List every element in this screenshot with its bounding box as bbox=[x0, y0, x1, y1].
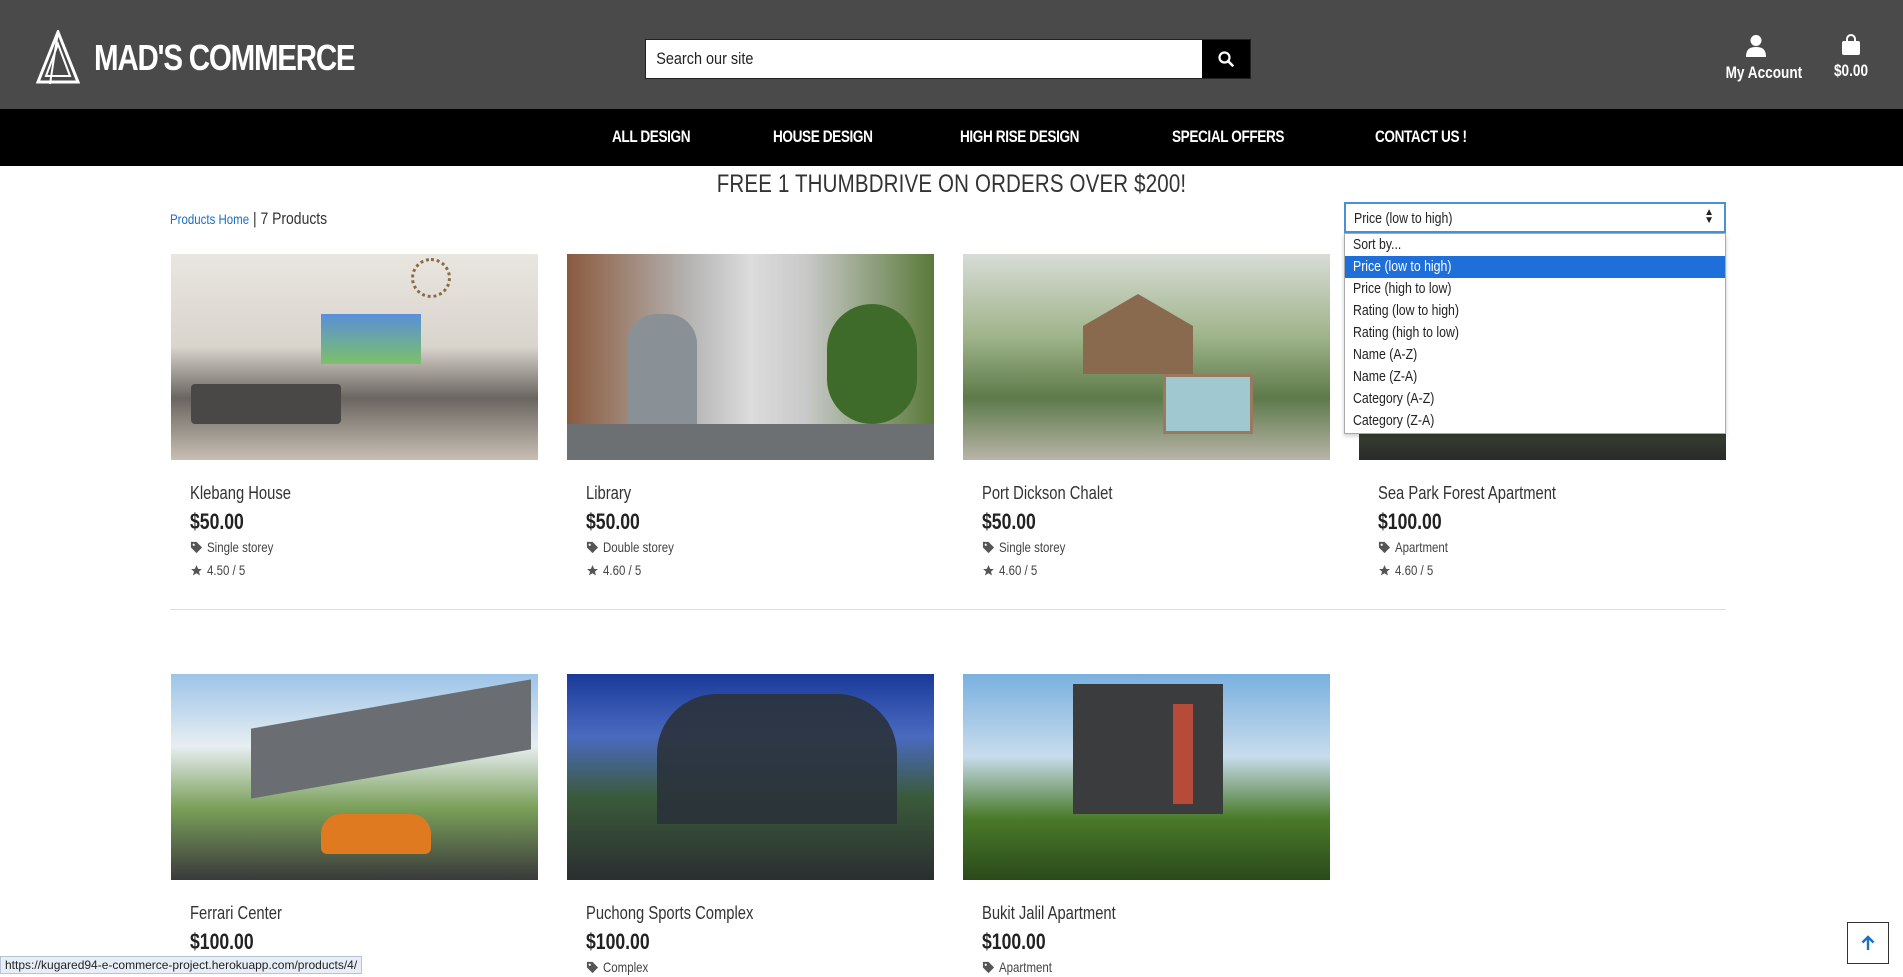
status-bar-url: https://kugared94-e-commerce-project.her… bbox=[0, 956, 363, 974]
user-icon bbox=[1746, 35, 1766, 57]
star-icon bbox=[1379, 564, 1390, 575]
product-category[interactable]: Single storey bbox=[982, 539, 1080, 555]
product-category[interactable]: Double storey bbox=[586, 539, 689, 555]
tag-icon bbox=[586, 961, 599, 973]
product-name[interactable]: Library bbox=[586, 483, 631, 504]
nav-contact-us[interactable]: CONTACT US ! bbox=[1375, 127, 1467, 147]
star-icon bbox=[191, 564, 202, 575]
sort-option[interactable]: Name (Z-A) bbox=[1345, 366, 1725, 388]
sort-option[interactable]: Name (A-Z) bbox=[1345, 344, 1725, 366]
search-button[interactable] bbox=[1202, 40, 1250, 78]
product-image[interactable] bbox=[171, 254, 538, 460]
product-card: Puchong Sports Complex $100.00 Complex bbox=[567, 674, 934, 975]
product-count: | 7 Products bbox=[252, 209, 328, 228]
top-header: MAD'S COMMERCE My Account $0.00 bbox=[0, 0, 1903, 109]
select-arrows-icon: ▲ ▼ bbox=[1704, 207, 1714, 226]
tag-icon bbox=[1378, 541, 1391, 553]
my-account-link[interactable]: My Account bbox=[1718, 34, 1803, 83]
product-price: $100.00 bbox=[586, 929, 650, 954]
logo-icon bbox=[36, 30, 80, 85]
nav-special-offers[interactable]: SPECIAL OFFERS bbox=[1172, 127, 1284, 147]
product-price: $100.00 bbox=[1378, 509, 1442, 534]
logo-text: MAD'S COMMERCE bbox=[94, 37, 356, 78]
sort-option[interactable]: Rating (low to high) bbox=[1345, 300, 1725, 322]
nav-all-design[interactable]: ALL DESIGN bbox=[612, 127, 691, 147]
sort-option[interactable]: Category (A-Z) bbox=[1345, 388, 1725, 410]
product-category[interactable]: Single storey bbox=[190, 539, 288, 555]
product-price: $50.00 bbox=[190, 509, 244, 534]
nav-high-rise-design[interactable]: HIGH RISE DESIGN bbox=[960, 127, 1079, 147]
product-category[interactable]: Apartment bbox=[982, 959, 1064, 975]
tag-icon bbox=[982, 541, 995, 553]
product-rating: 4.60 / 5 bbox=[982, 562, 1046, 578]
star-icon bbox=[983, 564, 994, 575]
product-card: Klebang House $50.00 Single storey 4.50 … bbox=[171, 254, 538, 578]
nav-house-design[interactable]: HOUSE DESIGN bbox=[773, 127, 873, 147]
product-name[interactable]: Puchong Sports Complex bbox=[586, 903, 753, 924]
tag-icon bbox=[586, 541, 599, 553]
product-name[interactable]: Ferrari Center bbox=[190, 903, 282, 924]
main-nav: ALL DESIGN HOUSE DESIGN HIGH RISE DESIGN… bbox=[0, 109, 1903, 166]
product-image[interactable] bbox=[567, 674, 934, 880]
back-to-top-button[interactable] bbox=[1847, 922, 1889, 964]
product-price: $100.00 bbox=[982, 929, 1046, 954]
promo-banner: FREE 1 THUMBDRIVE ON ORDERS OVER $200! bbox=[716, 170, 1187, 198]
product-name[interactable]: Sea Park Forest Apartment bbox=[1378, 483, 1556, 504]
cart-link[interactable]: $0.00 bbox=[1826, 34, 1876, 81]
product-rating: 4.50 / 5 bbox=[190, 562, 254, 578]
product-category[interactable]: Complex bbox=[586, 959, 658, 975]
product-card: Port Dickson Chalet $50.00 Single storey… bbox=[963, 254, 1330, 578]
my-account-label: My Account bbox=[1725, 63, 1803, 82]
sort-option[interactable]: Rating (high to low) bbox=[1345, 322, 1725, 344]
product-rating: 4.60 / 5 bbox=[1378, 562, 1442, 578]
search-bar bbox=[645, 39, 1251, 79]
tag-icon bbox=[190, 541, 203, 553]
sort-selected-value: Price (low to high) bbox=[1354, 210, 1453, 227]
arrow-up-icon bbox=[1861, 935, 1875, 950]
product-card: Bukit Jalil Apartment $100.00 Apartment bbox=[963, 674, 1330, 975]
product-name[interactable]: Bukit Jalil Apartment bbox=[982, 903, 1116, 924]
product-price: $100.00 bbox=[190, 929, 254, 954]
breadcrumb: Products Home | 7 Products bbox=[170, 209, 327, 229]
row-divider bbox=[170, 609, 1726, 610]
sort-option-selected[interactable]: Price (low to high) bbox=[1345, 256, 1725, 278]
product-card: Ferrari Center $100.00 bbox=[171, 674, 538, 954]
sort-dropdown: Sort by... Price (low to high) Price (hi… bbox=[1344, 233, 1726, 434]
product-name[interactable]: Port Dickson Chalet bbox=[982, 483, 1112, 504]
star-icon bbox=[587, 564, 598, 575]
product-category[interactable]: Apartment bbox=[1378, 539, 1460, 555]
product-image[interactable] bbox=[567, 254, 934, 460]
shopping-bag-icon bbox=[1842, 34, 1860, 55]
search-input[interactable] bbox=[646, 40, 1119, 78]
product-image[interactable] bbox=[963, 254, 1330, 460]
logo[interactable]: MAD'S COMMERCE bbox=[36, 30, 412, 86]
product-card: Library $50.00 Double storey 4.60 / 5 bbox=[567, 254, 934, 578]
product-price: $50.00 bbox=[982, 509, 1036, 534]
sort-select[interactable]: Price (low to high) ▲ ▼ bbox=[1344, 202, 1726, 233]
product-image[interactable] bbox=[171, 674, 538, 880]
tag-icon bbox=[982, 961, 995, 973]
sort-option[interactable]: Sort by... bbox=[1345, 234, 1725, 256]
search-icon bbox=[1218, 51, 1234, 67]
product-rating: 4.60 / 5 bbox=[586, 562, 650, 578]
products-home-link[interactable]: Products Home bbox=[170, 211, 249, 227]
product-price: $50.00 bbox=[586, 509, 640, 534]
cart-total: $0.00 bbox=[1833, 61, 1869, 80]
sort-option[interactable]: Category (Z-A) bbox=[1345, 410, 1725, 432]
product-name[interactable]: Klebang House bbox=[190, 483, 291, 504]
sort-option[interactable]: Price (high to low) bbox=[1345, 278, 1725, 300]
product-image[interactable] bbox=[963, 674, 1330, 880]
